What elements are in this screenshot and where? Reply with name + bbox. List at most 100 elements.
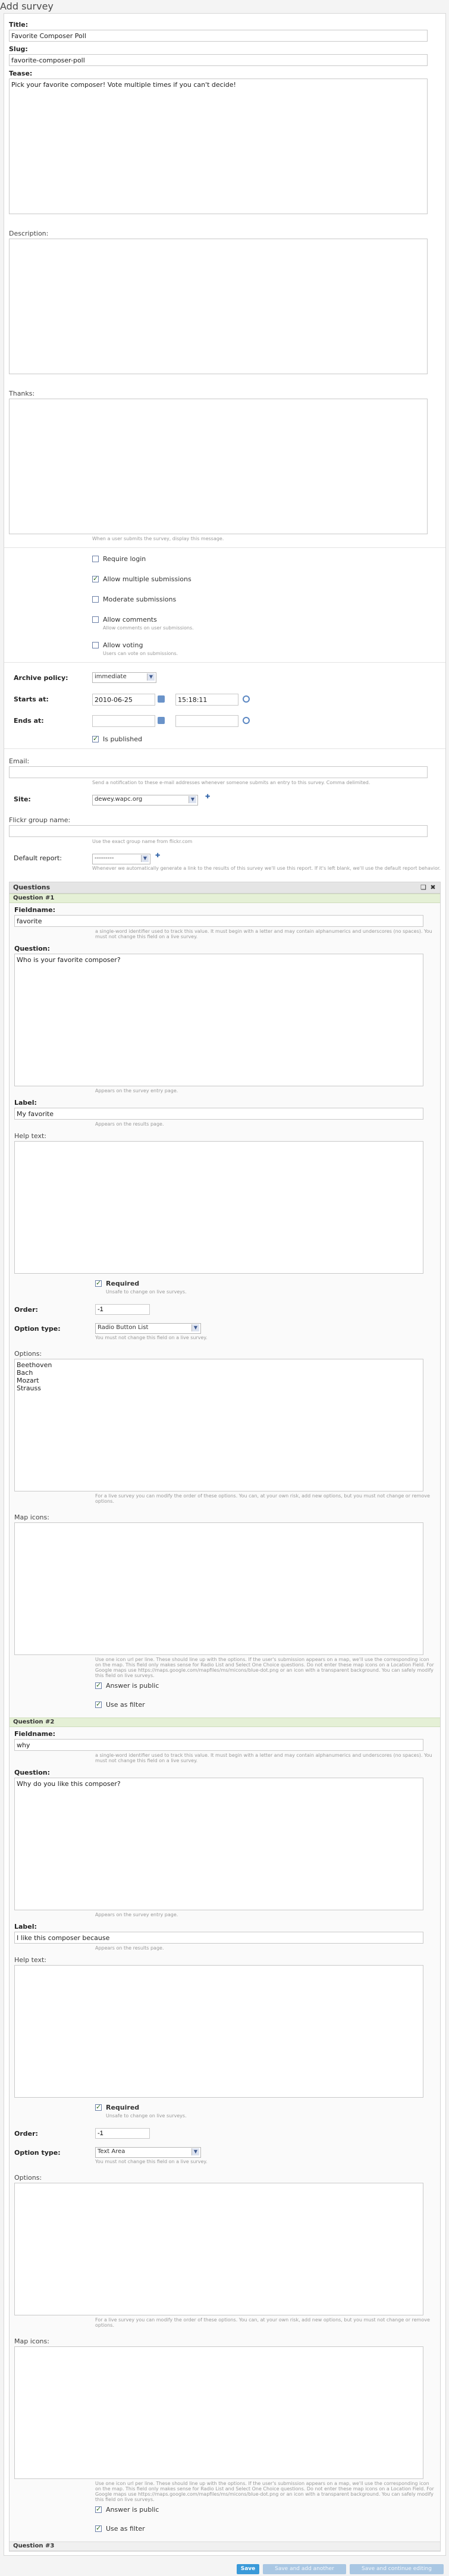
fieldname-help: a single-word identifier used to track t… <box>95 1753 432 1763</box>
option-type-label: Option type: <box>14 1325 61 1333</box>
chevron-down-icon: ▼ <box>147 673 155 681</box>
archive-policy-label: Archive policy: <box>14 674 68 682</box>
save-button[interactable]: Save <box>237 2564 259 2574</box>
moderate-checkbox[interactable] <box>92 596 99 603</box>
allow-voting-checkbox[interactable] <box>92 642 99 648</box>
title-label: Title: <box>9 21 29 29</box>
thanks-textarea[interactable] <box>9 399 428 534</box>
options-textarea[interactable] <box>14 2183 423 2315</box>
required-row[interactable]: Required <box>14 2102 435 2113</box>
allow-comments-checkbox[interactable] <box>92 616 99 623</box>
site-select[interactable]: dewey.wapc.org ▼ <box>92 795 198 806</box>
delete-icon[interactable]: ✖ <box>429 883 437 891</box>
add-report-icon[interactable]: ✚ <box>155 853 160 859</box>
chevron-down-icon: ▼ <box>191 1324 199 1331</box>
question-group-3[interactable]: Question #3 <box>10 2541 440 2551</box>
order-input[interactable] <box>95 2128 150 2139</box>
option-type-row: Option type: Text Area ▼ <box>14 2146 435 2159</box>
default-report-row: Default report: --------- ▼ ✚ <box>9 851 441 866</box>
question-label: Question: <box>14 1769 51 1776</box>
require-login-row[interactable]: Require login <box>9 554 441 565</box>
calendar-icon[interactable] <box>158 717 165 724</box>
label-label: Label: <box>14 1923 37 1931</box>
map-icons-textarea[interactable] <box>14 1522 423 1655</box>
flickr-input[interactable] <box>9 825 428 837</box>
allow-comments-label: Allow comments <box>103 616 157 623</box>
survey-fields: Title: Slug: Tease: Pick your favorite c… <box>4 14 445 877</box>
use-filter-checkbox[interactable] <box>95 1700 102 1708</box>
option-type-label: Option type: <box>14 2149 61 2157</box>
default-report-select[interactable]: --------- ▼ <box>92 854 150 864</box>
is-published-checkbox[interactable] <box>92 735 99 742</box>
answer-public-row[interactable]: Answer is public <box>14 1681 435 1691</box>
fieldname-input[interactable] <box>14 1739 423 1751</box>
starts-time-input[interactable] <box>175 694 238 706</box>
email-input[interactable] <box>9 766 428 778</box>
required-label: Required <box>106 1280 140 1287</box>
site-label: Site: <box>14 795 31 803</box>
ends-date-input[interactable] <box>92 715 155 727</box>
tease-textarea[interactable]: Pick your favorite composer! Vote multip… <box>9 79 428 214</box>
email-label: Email: <box>9 757 30 765</box>
allow-multiple-row[interactable]: Allow multiple submissions <box>9 574 441 585</box>
require-login-checkbox[interactable] <box>92 556 99 562</box>
use-filter-checkbox[interactable] <box>95 2524 102 2532</box>
options-label: Options: <box>14 1350 42 1358</box>
question-textarea[interactable]: Who is your favorite composer? <box>14 954 423 1086</box>
save-continue-button[interactable]: Save and continue editing <box>350 2564 444 2574</box>
slug-input[interactable] <box>9 54 428 66</box>
questions-panel: Questions ❏ ✖ Question #1 Fieldname: a s… <box>9 882 441 2552</box>
allow-multiple-checkbox[interactable] <box>92 575 99 582</box>
default-report-value: --------- <box>95 855 114 861</box>
description-label: Description: <box>9 230 49 237</box>
required-checkbox[interactable] <box>95 2103 102 2111</box>
helptext-textarea[interactable] <box>14 1965 423 2098</box>
allow-comments-row[interactable]: Allow comments <box>9 615 441 625</box>
required-row[interactable]: Required <box>14 1278 435 1289</box>
question-help: Appears on the survey entry page. <box>95 1912 178 1917</box>
clock-icon[interactable] <box>243 717 250 724</box>
options-textarea[interactable]: Beethoven Bach Mozart Strauss <box>14 1359 423 1491</box>
options-help: For a live survey you can modify the ord… <box>95 1493 430 1504</box>
clock-icon[interactable] <box>243 695 250 703</box>
answer-public-checkbox[interactable] <box>95 2505 102 2513</box>
moderate-label: Moderate submissions <box>103 596 177 603</box>
title-input[interactable] <box>9 30 428 42</box>
email-help: Send a notification to these e-mail addr… <box>92 780 370 785</box>
question-help: Appears on the survey entry page. <box>95 1088 178 1093</box>
label-input[interactable] <box>14 1932 423 1944</box>
archive-policy-select[interactable]: immediate ▼ <box>92 672 156 683</box>
flickr-help: Use the exact group name from flickr.com <box>92 839 193 844</box>
option-type-value: Radio Button List <box>98 1324 149 1331</box>
allow-voting-row[interactable]: Allow voting <box>9 640 441 651</box>
use-filter-row[interactable]: Use as filter <box>14 1700 435 1710</box>
chevron-down-icon: ▼ <box>141 855 149 862</box>
question-textarea[interactable]: Why do you like this composer? <box>14 1778 423 1910</box>
ends-time-input[interactable] <box>175 715 238 727</box>
helptext-textarea[interactable] <box>14 1141 423 1274</box>
answer-public-label: Answer is public <box>106 1682 159 1690</box>
fieldname-input[interactable] <box>14 915 423 927</box>
add-site-icon[interactable]: ✚ <box>205 794 210 800</box>
answer-public-checkbox[interactable] <box>95 1681 102 1689</box>
copy-icon[interactable]: ❏ <box>420 883 427 891</box>
save-add-another-button[interactable]: Save and add another <box>263 2564 346 2574</box>
description-textarea[interactable] <box>9 239 428 374</box>
moderate-row[interactable]: Moderate submissions <box>9 594 441 605</box>
option-line: Beethoven <box>17 1361 52 1369</box>
required-checkbox[interactable] <box>95 1279 102 1287</box>
order-input[interactable] <box>95 1304 150 1315</box>
starts-date-input[interactable] <box>92 694 155 706</box>
option-type-select[interactable]: Radio Button List ▼ <box>95 1323 201 1334</box>
is-published-row[interactable]: Is published <box>9 734 441 745</box>
option-type-select[interactable]: Text Area ▼ <box>95 2147 201 2158</box>
label-input[interactable] <box>14 1108 423 1120</box>
use-filter-row[interactable]: Use as filter <box>14 2524 435 2534</box>
answer-public-row[interactable]: Answer is public <box>14 2505 435 2515</box>
calendar-icon[interactable] <box>158 695 165 703</box>
option-type-row: Option type: Radio Button List ▼ <box>14 1322 435 1335</box>
map-icons-textarea[interactable] <box>14 2346 423 2479</box>
chevron-down-icon: ▼ <box>189 796 196 803</box>
required-label: Required <box>106 2104 140 2111</box>
thanks-help: When a user submits the survey, display … <box>92 536 224 541</box>
